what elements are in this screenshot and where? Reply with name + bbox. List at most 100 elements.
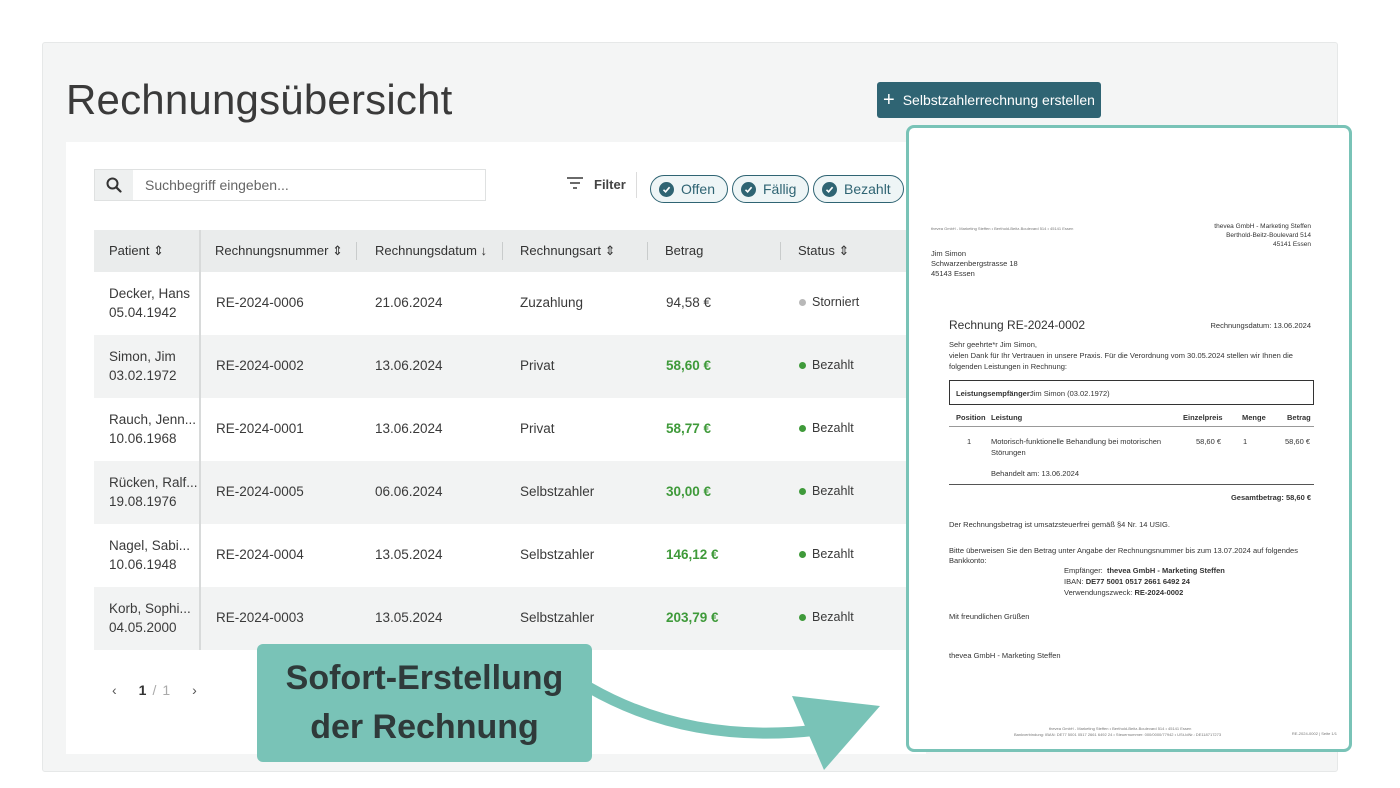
invoice-date: 13.05.2024: [375, 610, 443, 625]
patient-name: Rauch, Jenn...: [109, 412, 197, 427]
sort-icon: ⇕: [604, 243, 616, 258]
invoice-amount: 203,79 €: [666, 610, 719, 625]
search-box: [94, 169, 486, 201]
patient-dob: 19.08.1976: [109, 494, 177, 509]
sort-icon: ⇕: [838, 243, 850, 258]
col-qty: Menge: [1242, 413, 1266, 422]
invoice-number: RE-2024-0006: [216, 295, 304, 310]
company-street: Berthold-Beitz-Boulevard 514: [1226, 232, 1311, 239]
status-badge: Bezahlt: [799, 358, 854, 372]
invoice-preview: thevea GmbH - Marketing Steffen • Bertho…: [906, 125, 1352, 752]
invoice-number: RE-2024-0002: [216, 358, 304, 373]
invoice-number: RE-2024-0004: [216, 547, 304, 562]
item-service-cont: Störungen: [991, 448, 1026, 457]
item-qty: 1: [1243, 437, 1248, 446]
invoice-number: RE-2024-0001: [216, 421, 304, 436]
invoice-date: 21.06.2024: [375, 295, 443, 310]
chip-label: Fällig: [763, 181, 797, 197]
filter-label: Filter: [594, 177, 626, 192]
check-circle-icon: [659, 181, 674, 197]
plus-icon: +: [883, 89, 895, 111]
sort-icon: ⇕: [153, 243, 165, 258]
table-row[interactable]: Rücken, Ralf... 19.08.1976 RE-2024-0005 …: [94, 461, 926, 524]
company-name: thevea GmbH - Marketing Steffen: [1214, 223, 1311, 230]
chevron-right-icon[interactable]: ›: [192, 682, 197, 698]
check-circle-icon: [741, 181, 756, 197]
page-label: RE-2024-0002 | Seite 1/1: [1291, 731, 1337, 736]
total-amount: Gesamtbetrag: 58,60 €: [1230, 493, 1311, 502]
create-invoice-button[interactable]: + Selbstzahlerrechnung erstellen: [877, 82, 1101, 118]
invoice-number: RE-2024-0003: [216, 610, 304, 625]
payment-line-2: Bankkonto:: [949, 556, 987, 565]
invoice-type: Selbstzahler: [520, 610, 595, 625]
table-row[interactable]: Simon, Jim 03.02.1972 RE-2024-0002 13.06…: [94, 335, 926, 398]
patient-dob: 10.06.1948: [109, 557, 177, 572]
table-row[interactable]: Decker, Hans 05.04.1942 RE-2024-0006 21.…: [94, 272, 926, 335]
invoice-number: RE-2024-0005: [216, 484, 304, 499]
invoice-amount: 94,58 €: [666, 295, 712, 310]
patient-dob: 04.05.2000: [109, 620, 177, 635]
status-dot: [799, 613, 806, 621]
chip-label: Offen: [681, 181, 715, 197]
create-invoice-label: Selbstzahlerrechnung erstellen: [902, 92, 1095, 108]
col-unit: Einzelpreis: [1183, 413, 1223, 422]
invoice-amount: 58,77 €: [666, 421, 712, 436]
treated-date: Behandelt am: 13.06.2024: [991, 469, 1079, 478]
column-header-amount[interactable]: Betrag: [665, 230, 703, 272]
callout-line-2: der Rechnung: [310, 708, 539, 746]
filter-chip-bezahlt[interactable]: Bezahlt: [813, 175, 904, 203]
pagination: ‹ 1 / 1 ›: [112, 682, 197, 698]
patient-dob: 03.02.1972: [109, 368, 177, 383]
search-icon[interactable]: [95, 170, 133, 200]
status-badge: Storniert: [799, 295, 859, 309]
bank-iban: IBAN: DE77 5001 0517 2661 6492 24: [1064, 577, 1190, 586]
recipient-city: 45143 Essen: [931, 269, 975, 278]
invoice-amount: 30,00 €: [666, 484, 712, 499]
invoice-type: Privat: [520, 358, 555, 373]
col-service: Leistung: [991, 413, 1023, 422]
status-dot: [799, 424, 806, 432]
chevron-left-icon[interactable]: ‹: [112, 682, 117, 698]
patient-name: Korb, Sophi...: [109, 601, 191, 616]
status-badge: Bezahlt: [799, 484, 854, 498]
column-header-status[interactable]: Status ⇕: [798, 230, 849, 272]
invoice-date: 06.06.2024: [375, 484, 443, 499]
table-row[interactable]: Nagel, Sabi... 10.06.1948 RE-2024-0004 1…: [94, 524, 926, 587]
table-row[interactable]: Korb, Sophi... 04.05.2000 RE-2024-0003 1…: [94, 587, 926, 650]
column-header-patient[interactable]: Patient ⇕: [109, 230, 164, 272]
invoice-type: Selbstzahler: [520, 484, 595, 499]
invoice-type: Privat: [520, 421, 555, 436]
table-row[interactable]: Rauch, Jenn... 10.06.1968 RE-2024-0001 1…: [94, 398, 926, 461]
invoice-date: 13.06.2024: [375, 421, 443, 436]
table-header: Patient ⇕ Rechnungsnummer ⇕ Rechnungsdat…: [94, 230, 926, 272]
callout-banner: Sofort-Erstellung der Rechnung: [257, 644, 592, 762]
patient-dob: 05.04.1942: [109, 305, 177, 320]
filter-divider: [636, 172, 637, 198]
sort-icon: ⇕: [332, 243, 343, 258]
patient-name: Simon, Jim: [109, 349, 176, 364]
invoice-amount: 58,60 €: [666, 358, 712, 373]
invoice-date: 13.06.2024: [375, 358, 443, 373]
search-input[interactable]: [133, 170, 485, 200]
invoice-date: Rechnungsdatum: 13.06.2024: [1210, 321, 1312, 330]
company-city: 45141 Essen: [1273, 241, 1311, 248]
column-header-date[interactable]: Rechnungsdatum ↓: [375, 230, 487, 272]
invoice-date: 13.05.2024: [375, 547, 443, 562]
filter-chip-faellig[interactable]: Fällig: [732, 175, 810, 203]
column-header-number[interactable]: Rechnungsnummer ⇕: [215, 230, 343, 272]
filter-icon: [566, 176, 584, 193]
payment-line-1: Bitte überweisen Sie den Betrag unter An…: [949, 546, 1298, 555]
filter-button[interactable]: Filter: [566, 176, 626, 193]
status-dot: [799, 298, 806, 306]
salutation: Sehr geehrte*r Jim Simon,: [949, 340, 1037, 349]
item-unit-price: 58,60 €: [1196, 437, 1222, 446]
recipient-name: Jim Simon: [931, 249, 967, 258]
filter-chip-offen[interactable]: Offen: [650, 175, 728, 203]
intro-line-1: vielen Dank für Ihr Vertrauen in unsere …: [949, 351, 1293, 360]
patient-name: Nagel, Sabi...: [109, 538, 191, 553]
footer-line-1: thevea GmbH - Marketing Steffen • Bertho…: [1049, 726, 1192, 731]
page-title: Rechnungsübersicht: [66, 76, 453, 123]
status-badge: Bezahlt: [799, 421, 854, 435]
recipient-street: Schwarzenbergstrasse 18: [931, 259, 1018, 268]
column-header-type[interactable]: Rechnungsart ⇕: [520, 230, 615, 272]
